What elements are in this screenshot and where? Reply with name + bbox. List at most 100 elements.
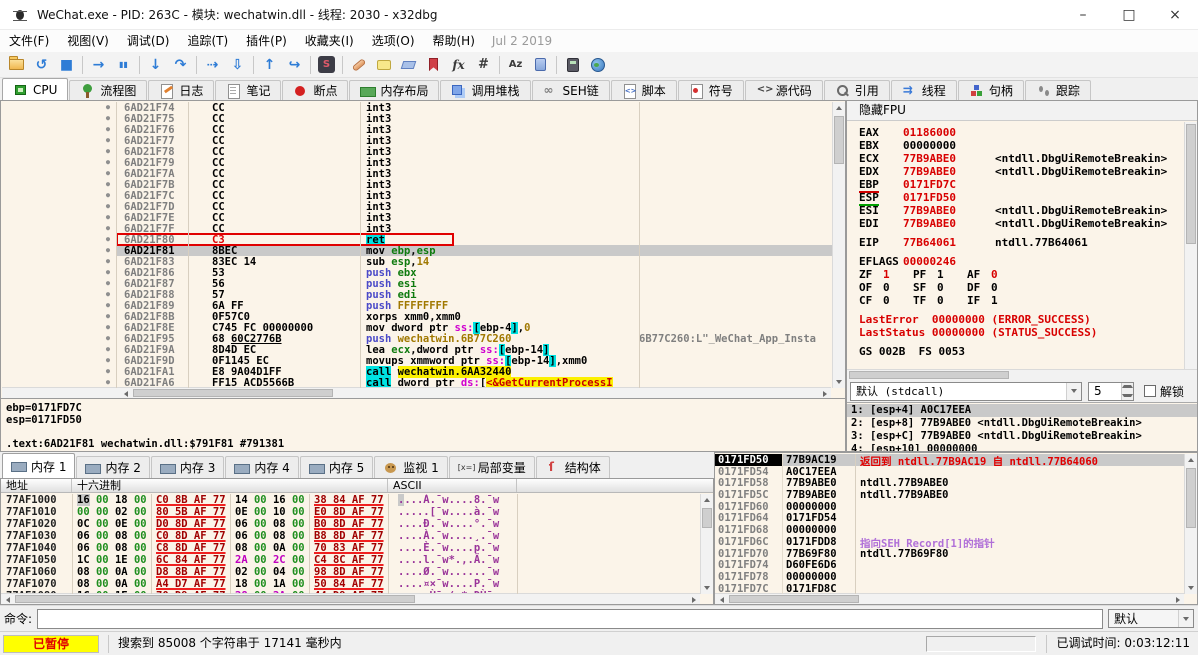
disasm-row[interactable]: ●6AD21F8756push esi (2, 278, 833, 289)
tab-trace-tab[interactable]: 跟踪 (1025, 80, 1091, 100)
scroll-up-arrow-icon[interactable] (1185, 454, 1197, 466)
stop-button[interactable]: ■ (54, 53, 79, 76)
tab-call-stack[interactable]: 调用堆栈 (440, 80, 530, 100)
attach-button[interactable] (528, 53, 553, 76)
breakpoint-dot[interactable]: ● (98, 124, 118, 135)
scroll-down-arrow-icon[interactable] (833, 376, 845, 388)
breakpoint-dot[interactable]: ● (98, 102, 118, 113)
menu-item-file[interactable]: 文件(F) (0, 30, 58, 52)
menu-item-favourites[interactable]: 收藏夹(I) (296, 30, 363, 52)
dump-row[interactable]: 77AF106008 00 0A 00D8 8B AF 7702 00 04 0… (1, 566, 701, 578)
dump-row[interactable]: 77AF101000 00 02 0080 5B AF 770E 00 10 0… (1, 506, 701, 518)
disasm-row[interactable]: ●6AD21F896A FFpush FFFFFFFF (2, 300, 833, 311)
breakpoint-dot[interactable]: ● (98, 212, 118, 223)
disasm-row[interactable]: ●6AD21F74CCint3 (2, 102, 833, 113)
disasm-horizontal-scrollbar[interactable] (2, 387, 831, 398)
scroll-right-arrow-icon[interactable] (818, 388, 831, 399)
dump-header-ascii[interactable]: ASCII (388, 479, 517, 492)
scroll-thumb[interactable] (133, 389, 333, 397)
disasm-row[interactable]: ●6AD21F7ECCint3 (2, 212, 833, 223)
disasm-row[interactable]: ●6AD21F8EC745 FC 00000000mov dword ptr s… (2, 322, 833, 333)
disasm-row[interactable]: ●6AD21F76CCint3 (2, 124, 833, 135)
disasm-row[interactable]: ●6AD21F8B0F57C0xorps xmm0,xmm0 (2, 311, 833, 322)
run-until-selection-button[interactable]: ↪ (282, 53, 307, 76)
disasm-row[interactable]: ●6AD21F75CCint3 (2, 113, 833, 124)
tab-script[interactable]: 脚本 (611, 80, 677, 100)
strings-button[interactable]: Az (503, 53, 528, 76)
scroll-thumb[interactable] (849, 371, 1009, 379)
stack-row[interactable]: 0171FD7077B69F80ntdll.77B69F80 (715, 548, 1184, 560)
register-row[interactable]: CF0TF0IF1 (847, 294, 1185, 307)
tab-memory-2[interactable]: 内存 2 (76, 456, 149, 478)
stack-row[interactable]: 0171FD6000000000 (715, 501, 1184, 513)
breakpoint-dot[interactable]: ● (98, 146, 118, 157)
disasm-vertical-scrollbar[interactable] (832, 102, 845, 388)
dump-horizontal-scrollbar[interactable] (1, 593, 700, 604)
breakpoint-dot[interactable]: ● (98, 333, 118, 344)
tab-references[interactable]: 引用 (824, 80, 890, 100)
disasm-row[interactable]: ●6AD21FA1E8 9A04D1FFcall wechatwin.6AA32… (2, 366, 833, 377)
register-value[interactable]: 00000246 (903, 255, 995, 268)
command-input[interactable] (37, 609, 1103, 629)
argument-row[interactable]: 4: [esp+10] 00000000 (847, 443, 1197, 451)
register-value[interactable]: 0171FD50 (903, 191, 995, 204)
disasm-row[interactable]: ●6AD21F8383EC 14sub esp,14 (2, 256, 833, 267)
stack-row[interactable]: 0171FD54A0C17EEA (715, 466, 1184, 478)
tab-breakpoints[interactable]: 断点 (282, 80, 348, 100)
register-value[interactable]: 0171FD7C (903, 178, 995, 191)
register-row[interactable]: EFLAGS00000246 (847, 255, 1185, 268)
tab-handles[interactable]: 句柄 (958, 80, 1024, 100)
flag-value[interactable]: 1 (937, 268, 967, 281)
stack-row[interactable]: 0171FD74D60FE6D6 (715, 559, 1184, 571)
disasm-row[interactable]: ●6AD21F80C3ret (2, 234, 833, 245)
flag-value[interactable]: 0 (991, 281, 1021, 294)
scroll-up-arrow-icon[interactable] (701, 494, 713, 506)
dump-vertical-scrollbar[interactable] (700, 494, 713, 594)
scroll-down-arrow-icon[interactable] (701, 582, 713, 594)
flag-value[interactable]: 1 (991, 294, 1021, 307)
scylla-button[interactable]: S (314, 53, 339, 76)
step-over-button[interactable]: ↷ (168, 53, 193, 76)
hash-button[interactable]: # (471, 53, 496, 76)
registers-vertical-scrollbar[interactable] (1184, 122, 1197, 369)
breakpoint-dot[interactable]: ● (98, 223, 118, 234)
step-out-button[interactable]: ↑ (257, 53, 282, 76)
comment-button[interactable] (371, 53, 396, 76)
unlock-checkbox[interactable] (1144, 385, 1156, 397)
breakpoint-dot[interactable]: ● (98, 311, 118, 322)
tab-memory-5[interactable]: 内存 5 (300, 456, 373, 478)
breakpoint-dot[interactable]: ● (98, 201, 118, 212)
stack-row[interactable]: 0171FD6800000000 (715, 524, 1184, 536)
flag-value[interactable]: 0 (937, 294, 967, 307)
calling-convention-select[interactable]: 默认 (stdcall) (850, 382, 1082, 401)
argument-row[interactable]: 2: [esp+8] 77B9ABE0 <ntdll.DbgUiRemoteBr… (847, 417, 1197, 430)
chevron-down-icon[interactable] (1066, 383, 1081, 400)
breakpoint-dot[interactable]: ● (98, 179, 118, 190)
tab-locals[interactable]: 局部变量 (449, 456, 535, 478)
tab-symbols[interactable]: 符号 (678, 80, 744, 100)
tab-source[interactable]: 源代码 (745, 80, 823, 100)
dump-header-hex[interactable]: 十六进制 (72, 479, 388, 492)
register-line[interactable]: GS 002B FS 0053 (847, 345, 1185, 358)
tab-memory-map[interactable]: 内存布局 (349, 80, 439, 100)
run-button[interactable]: → (86, 53, 111, 76)
register-row[interactable]: EAX01186000 (847, 126, 1185, 139)
breakpoint-dot[interactable]: ● (98, 355, 118, 366)
breakpoint-dot[interactable]: ● (98, 322, 118, 333)
dump-row[interactable]: 77AF103006 00 08 00C0 8D AF 7706 00 08 0… (1, 530, 701, 542)
breakpoint-dot[interactable]: ● (98, 234, 118, 245)
breakpoint-dot[interactable]: ● (98, 168, 118, 179)
flag-value[interactable]: 0 (883, 281, 913, 294)
dump-header-address[interactable]: 地址 (1, 479, 72, 492)
chevron-down-icon[interactable] (1178, 610, 1193, 627)
dump-row[interactable]: 77AF107008 00 0A 00A4 D7 AF 7718 00 1A 0… (1, 578, 701, 590)
menu-item-help[interactable]: 帮助(H) (424, 30, 484, 52)
scroll-thumb[interactable] (702, 508, 712, 528)
tab-memory-3[interactable]: 内存 3 (151, 456, 224, 478)
scroll-thumb[interactable] (834, 116, 844, 164)
menu-item-plugins[interactable]: 插件(P) (237, 30, 296, 52)
dump-row[interactable]: 77AF104006 00 08 00C8 8D AF 7708 00 0A 0… (1, 542, 701, 554)
scroll-down-arrow-icon[interactable] (1185, 582, 1197, 594)
disasm-row[interactable]: ●6AD21F9D0F1145 ECmovups xmmword ptr ss:… (2, 355, 833, 366)
breakpoint-dot[interactable]: ● (98, 135, 118, 146)
